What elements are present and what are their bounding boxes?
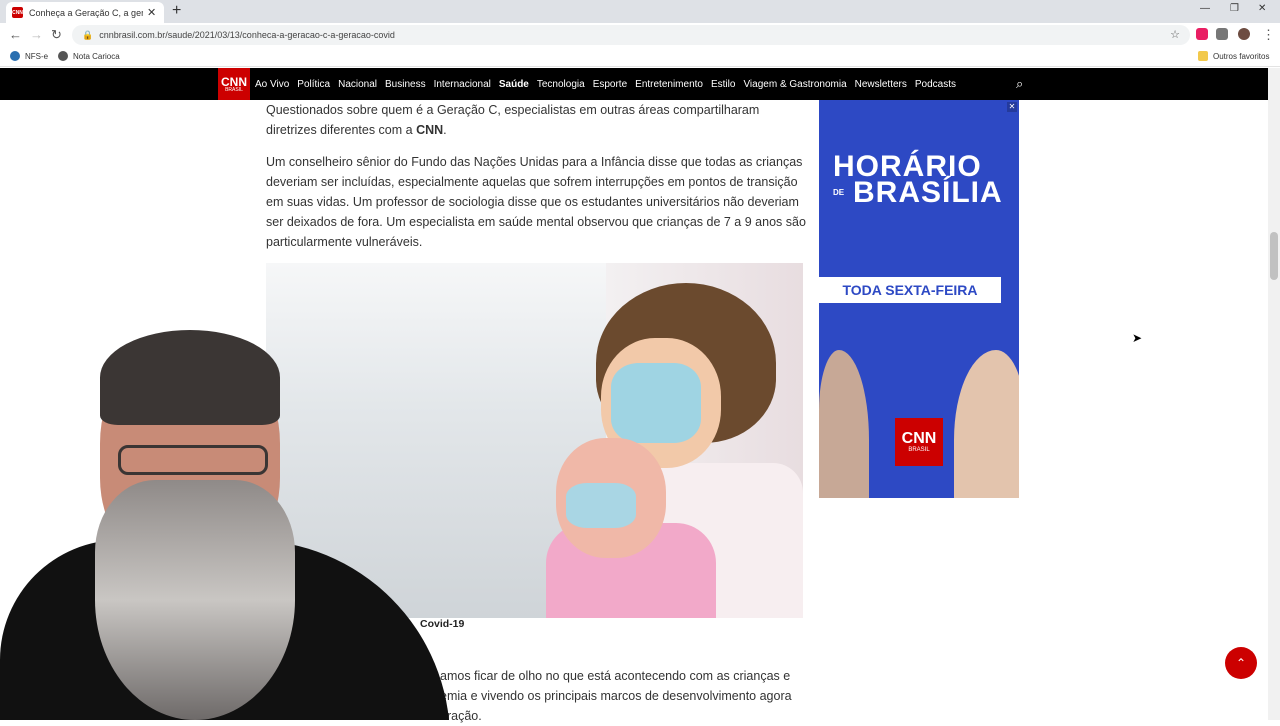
logo-subtext: BRASIL [225, 86, 243, 93]
webcam-overlay [0, 330, 450, 720]
tab-title: Conheça a Geração C, a geração [29, 7, 143, 18]
cnn-favicon-icon: CNN [12, 7, 23, 18]
forward-icon[interactable]: → [30, 27, 43, 42]
paragraph: Um conselheiro sênior do Fundo das Naçõe… [266, 155, 806, 249]
nav-saude[interactable]: Saúde [499, 79, 529, 90]
bookmark-label: Outros favoritos [1213, 51, 1270, 61]
main-nav: Ao Vivo Política Nacional Business Inter… [255, 68, 964, 100]
nav-internacional[interactable]: Internacional [434, 79, 491, 90]
bookmark-nota-carioca[interactable]: Nota Carioca [58, 51, 120, 61]
bookmark-label: NFS-e [25, 51, 49, 61]
nav-ao-vivo[interactable]: Ao Vivo [255, 79, 289, 90]
ad-schedule-band: TODA SEXTA-FEIRA [819, 277, 1001, 303]
minimize-icon[interactable]: — [1200, 3, 1210, 14]
restore-icon[interactable]: ❐ [1230, 3, 1239, 14]
ad-cnn-logo: CNN BRASIL [895, 418, 943, 466]
nav-tecnologia[interactable]: Tecnologia [537, 79, 585, 90]
ad-logo-subtext: BRASIL [908, 447, 930, 453]
globe-icon [10, 51, 20, 61]
globe-icon [58, 51, 68, 61]
search-icon[interactable]: ⌕ [1016, 76, 1023, 92]
bookmark-star-icon[interactable]: ☆ [1170, 28, 1180, 41]
ad-headline-de: DE [833, 188, 845, 197]
back-icon[interactable]: ← [9, 27, 22, 42]
scrollbar-thumb[interactable] [1270, 232, 1278, 280]
ad-close-icon[interactable]: ✕ [1007, 102, 1017, 112]
chevron-up-icon: ⌃ [1235, 656, 1247, 670]
nav-business[interactable]: Business [385, 79, 426, 90]
window-close-icon[interactable]: ✕ [1258, 3, 1266, 14]
mouse-cursor-icon: ➤ [1132, 331, 1143, 345]
address-bar[interactable]: 🔒 cnnbrasil.com.br/saude/2021/03/13/conh… [72, 25, 1190, 45]
profile-avatar-icon[interactable] [1238, 28, 1250, 40]
article-body: Questionados sobre quem é a Geração C, e… [266, 100, 806, 264]
logo-text: CNN [221, 74, 247, 89]
folder-icon [1198, 51, 1208, 61]
bookmark-label: Nota Carioca [73, 51, 120, 61]
cnn-logo[interactable]: CNN BRASIL [218, 68, 250, 100]
lock-icon: 🔒 [82, 29, 94, 40]
bookmarks-bar: NFS-e Nota Carioca Outros favoritos [0, 47, 1280, 67]
menu-kebab-icon[interactable]: ⋮ [1262, 27, 1275, 43]
other-bookmarks[interactable]: Outros favoritos [1198, 51, 1269, 61]
ad-headline-2: BRASÍLIA [853, 176, 1003, 209]
nav-entretenimento[interactable]: Entretenimento [635, 79, 703, 90]
nav-podcasts[interactable]: Podcasts [915, 79, 956, 90]
ad-banner[interactable]: ✕ HORÁRIO DE BRASÍLIA TODA SEXTA-FEIRA C… [819, 100, 1019, 498]
back-to-top-button[interactable]: ⌃ [1225, 647, 1257, 679]
reload-icon[interactable]: ↻ [51, 27, 62, 43]
cnn-bold: CNN [416, 123, 444, 137]
nav-politica[interactable]: Política [297, 79, 330, 90]
paragraph: Questionados sobre quem é a Geração C, e… [266, 100, 806, 140]
new-tab-button[interactable]: + [172, 2, 181, 20]
nav-estilo[interactable]: Estilo [711, 79, 735, 90]
url-text: cnnbrasil.com.br/saude/2021/03/13/conhec… [99, 30, 395, 40]
browser-toolbar: ← → ↻ 🔒 cnnbrasil.com.br/saude/2021/03/1… [0, 23, 1280, 47]
paragraph-end: . [443, 123, 447, 137]
nav-nacional[interactable]: Nacional [338, 79, 377, 90]
paragraph-text: Questionados sobre quem é a Geração C, e… [266, 103, 760, 137]
browser-tab[interactable]: CNN Conheça a Geração C, a geração ✕ [6, 2, 164, 23]
ad-host-photo [819, 350, 869, 498]
site-header: CNN BRASIL Ao Vivo Política Nacional Busi… [0, 68, 1268, 100]
bookmark-nfse[interactable]: NFS-e [10, 51, 48, 61]
puzzle-icon[interactable] [1216, 28, 1228, 40]
tab-strip: CNN Conheça a Geração C, a geração ✕ + —… [0, 0, 1280, 23]
extension-icon[interactable] [1196, 28, 1208, 40]
tab-close-icon[interactable]: ✕ [147, 6, 156, 19]
nav-newsletters[interactable]: Newsletters [855, 79, 907, 90]
ad-logo-text: CNN [901, 430, 937, 447]
nav-viagem-gastronomia[interactable]: Viagem & Gastronomia [743, 79, 846, 90]
page-scrollbar[interactable] [1268, 68, 1280, 720]
nav-esporte[interactable]: Esporte [593, 79, 627, 90]
ad-host-photo [954, 350, 1019, 498]
paragraph: amos ficar de olho no que está acontecen… [440, 669, 792, 723]
